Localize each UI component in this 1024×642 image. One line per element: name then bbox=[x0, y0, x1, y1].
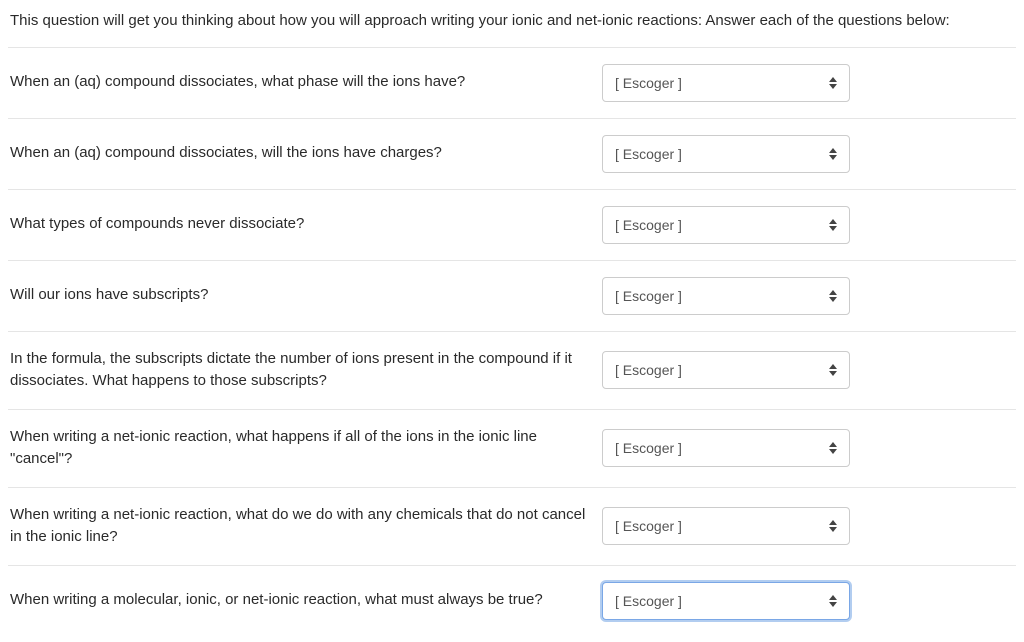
updown-icon bbox=[829, 519, 839, 533]
updown-icon bbox=[829, 218, 839, 232]
question-row: When an (aq) compound dissociates, what … bbox=[8, 47, 1016, 118]
answer-select[interactable]: [ Escoger ] bbox=[602, 429, 850, 467]
updown-icon bbox=[829, 76, 839, 90]
select-placeholder: [ Escoger ] bbox=[615, 146, 682, 162]
updown-icon bbox=[829, 363, 839, 377]
select-placeholder: [ Escoger ] bbox=[615, 288, 682, 304]
answer-select[interactable]: [ Escoger ] bbox=[602, 277, 850, 315]
select-placeholder: [ Escoger ] bbox=[615, 593, 682, 609]
question-label: When writing a molecular, ionic, or net-… bbox=[10, 589, 588, 612]
answer-select[interactable]: [ Escoger ] bbox=[602, 582, 850, 620]
select-placeholder: [ Escoger ] bbox=[615, 217, 682, 233]
select-placeholder: [ Escoger ] bbox=[615, 440, 682, 456]
question-row: When writing a molecular, ionic, or net-… bbox=[8, 565, 1016, 636]
question-label: When an (aq) compound dissociates, what … bbox=[10, 71, 588, 94]
select-wrapper: [ Escoger ] bbox=[602, 582, 850, 620]
updown-icon bbox=[829, 289, 839, 303]
select-wrapper: [ Escoger ] bbox=[602, 351, 850, 389]
question-label: In the formula, the subscripts dictate t… bbox=[10, 348, 588, 393]
question-row: Will our ions have subscripts? [ Escoger… bbox=[8, 260, 1016, 331]
select-placeholder: [ Escoger ] bbox=[615, 75, 682, 91]
updown-icon bbox=[829, 594, 839, 608]
select-placeholder: [ Escoger ] bbox=[615, 362, 682, 378]
select-wrapper: [ Escoger ] bbox=[602, 507, 850, 545]
question-row: When writing a net-ionic reaction, what … bbox=[8, 487, 1016, 565]
question-label: When writing a net-ionic reaction, what … bbox=[10, 426, 588, 471]
select-wrapper: [ Escoger ] bbox=[602, 135, 850, 173]
question-row: What types of compounds never dissociate… bbox=[8, 189, 1016, 260]
question-label: When an (aq) compound dissociates, will … bbox=[10, 142, 588, 165]
select-wrapper: [ Escoger ] bbox=[602, 64, 850, 102]
question-row: When writing a net-ionic reaction, what … bbox=[8, 409, 1016, 487]
select-wrapper: [ Escoger ] bbox=[602, 429, 850, 467]
answer-select[interactable]: [ Escoger ] bbox=[602, 206, 850, 244]
updown-icon bbox=[829, 441, 839, 455]
question-row: In the formula, the subscripts dictate t… bbox=[8, 331, 1016, 409]
answer-select[interactable]: [ Escoger ] bbox=[602, 135, 850, 173]
answer-select[interactable]: [ Escoger ] bbox=[602, 64, 850, 102]
question-label: Will our ions have subscripts? bbox=[10, 284, 588, 307]
updown-icon bbox=[829, 147, 839, 161]
intro-text: This question will get you thinking abou… bbox=[8, 6, 1016, 47]
question-row: When an (aq) compound dissociates, will … bbox=[8, 118, 1016, 189]
answer-select[interactable]: [ Escoger ] bbox=[602, 507, 850, 545]
question-label: When writing a net-ionic reaction, what … bbox=[10, 504, 588, 549]
answer-select[interactable]: [ Escoger ] bbox=[602, 351, 850, 389]
select-placeholder: [ Escoger ] bbox=[615, 518, 682, 534]
select-wrapper: [ Escoger ] bbox=[602, 277, 850, 315]
select-wrapper: [ Escoger ] bbox=[602, 206, 850, 244]
question-label: What types of compounds never dissociate… bbox=[10, 213, 588, 236]
